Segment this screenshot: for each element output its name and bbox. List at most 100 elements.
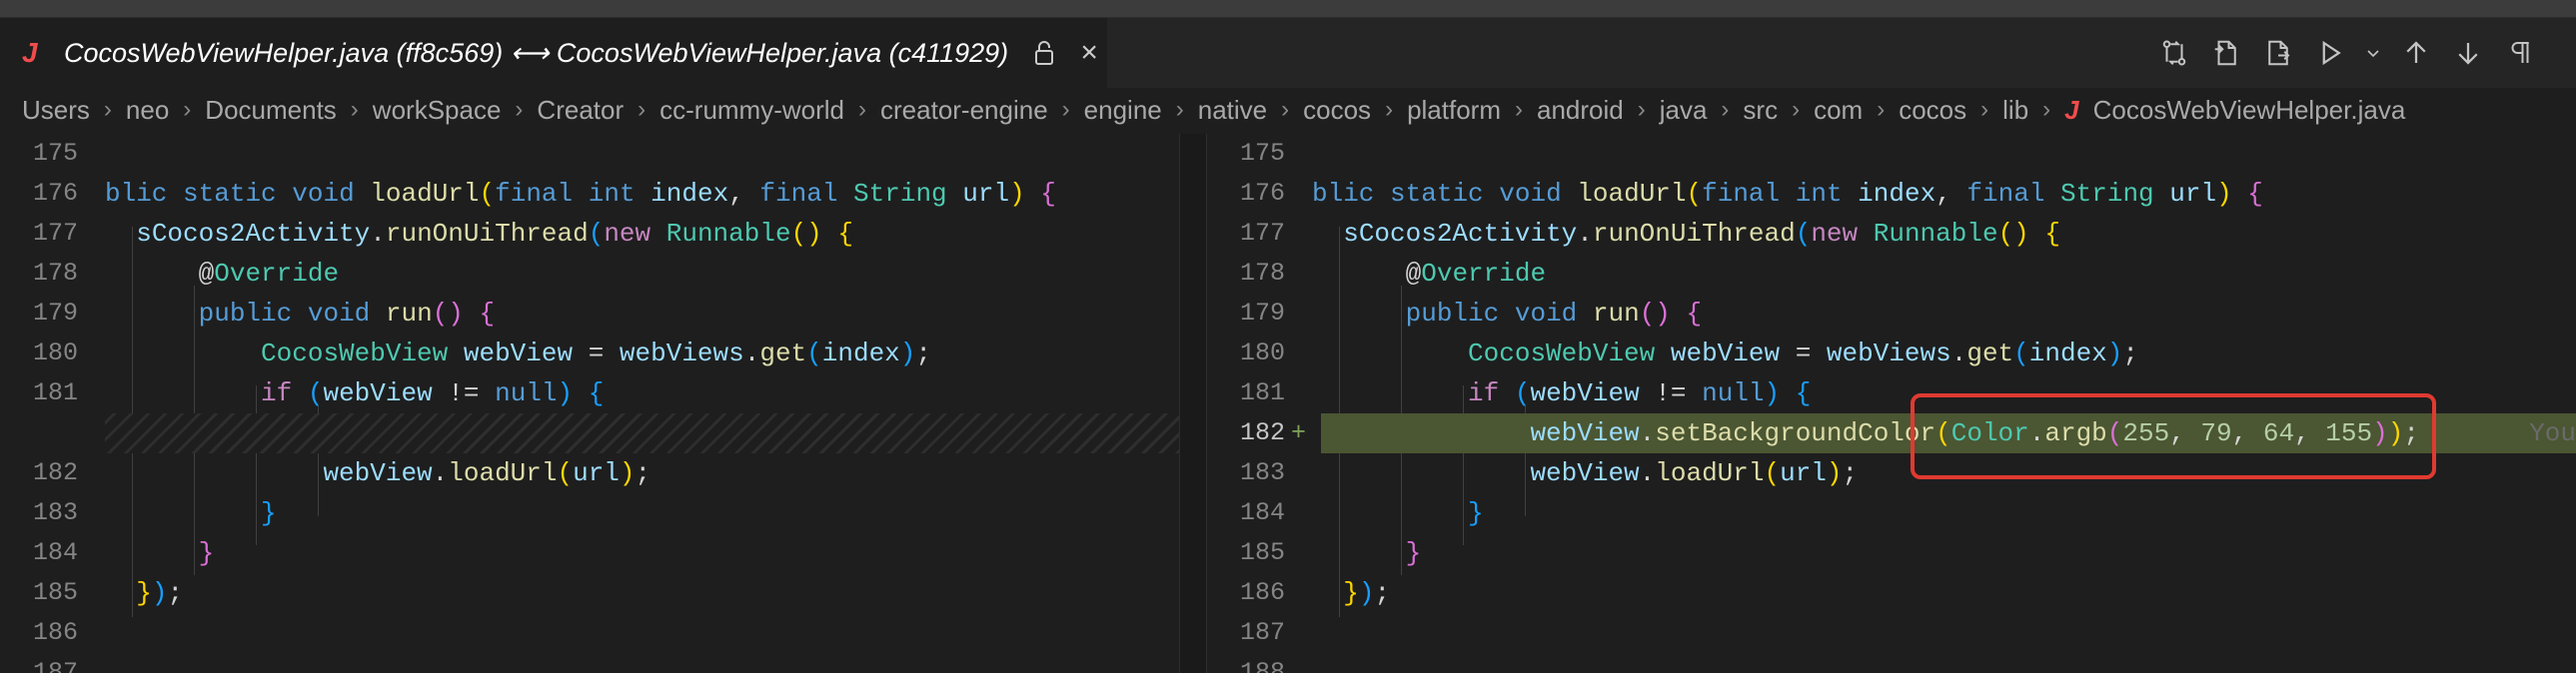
breadcrumb-item[interactable]: cocos bbox=[1899, 95, 1966, 126]
breadcrumb-item[interactable]: com bbox=[1814, 95, 1863, 126]
breadcrumb-item[interactable]: engine bbox=[1084, 95, 1162, 126]
line-number: 181 bbox=[32, 378, 78, 407]
breadcrumb-item[interactable]: java bbox=[1660, 95, 1708, 126]
breadcrumb-item[interactable]: Users bbox=[22, 95, 90, 126]
code-line: 188 bbox=[1207, 653, 2576, 673]
compare-changes-icon[interactable] bbox=[2154, 33, 2194, 73]
line-number: 177 bbox=[32, 219, 78, 248]
line-number: 176 bbox=[32, 179, 78, 208]
code-text: webView.setBackgroundColor(Color.argb(25… bbox=[1530, 418, 2419, 448]
chevron-right-icon: › bbox=[1061, 96, 1070, 123]
chevron-right-icon: › bbox=[1721, 96, 1730, 123]
java-file-icon: J bbox=[22, 37, 38, 68]
line-number: 180 bbox=[1239, 338, 1285, 367]
code-line: 178 @Override bbox=[1207, 254, 2576, 294]
code-text: if (webView != null) { bbox=[261, 378, 605, 408]
chevron-right-icon: › bbox=[1175, 96, 1184, 123]
breadcrumb-item[interactable]: Documents bbox=[205, 95, 337, 126]
code-text: blic static void loadUrl(final int index… bbox=[105, 179, 1056, 209]
code-line: 184 } bbox=[1207, 493, 2576, 533]
chevron-right-icon: › bbox=[515, 96, 524, 123]
code-text: public void run() { bbox=[198, 299, 496, 329]
code-text: blic static void loadUrl(final int index… bbox=[1312, 179, 2263, 209]
code-line: 185 } bbox=[1207, 533, 2576, 573]
chevron-right-icon: › bbox=[1877, 96, 1886, 123]
code-text: if (webView != null) { bbox=[1468, 378, 1812, 408]
breadcrumb: Users › neo › Documents › workSpace › Creato… bbox=[0, 88, 2576, 132]
line-number: 185 bbox=[32, 578, 78, 607]
run-icon[interactable] bbox=[2310, 33, 2350, 73]
tab-title: CocosWebViewHelper.java (ff8c569) ⟷ Coco… bbox=[64, 37, 1009, 68]
line-number: 181 bbox=[1239, 378, 1285, 407]
open-file-icon[interactable] bbox=[2206, 33, 2246, 73]
code-line: 181 if (webView != null) { bbox=[0, 373, 1179, 413]
added-line-marker: + bbox=[1291, 418, 1307, 447]
code-text: webView.loadUrl(url); bbox=[1530, 458, 1859, 488]
run-dropdown-icon[interactable] bbox=[2362, 33, 2384, 73]
line-number: 175 bbox=[32, 139, 78, 168]
code-line: 185 }); bbox=[0, 573, 1179, 613]
diff-original-pane[interactable]: 175 176 blic static void loadUrl(final i… bbox=[0, 134, 1179, 673]
diff-editor-tab[interactable]: J CocosWebViewHelper.java (ff8c569) ⟷ Co… bbox=[0, 18, 1107, 88]
code-line: 177 sCocos2Activity.runOnUiThread(new Ru… bbox=[1207, 214, 2576, 254]
breadcrumb-item[interactable]: cocos bbox=[1303, 95, 1371, 126]
breadcrumb-item[interactable]: cc-rummy-world bbox=[659, 95, 844, 126]
code-text: @Override bbox=[198, 259, 340, 289]
breadcrumb-item[interactable]: src bbox=[1743, 95, 1778, 126]
breadcrumb-item[interactable]: neo bbox=[126, 95, 169, 126]
diff-filler bbox=[105, 413, 1179, 453]
breadcrumb-file[interactable]: CocosWebViewHelper.java bbox=[2093, 95, 2406, 126]
line-number: 182 bbox=[1239, 418, 1285, 447]
breadcrumb-item[interactable]: lib bbox=[2002, 95, 2028, 126]
line-number: 184 bbox=[1239, 498, 1285, 527]
line-number: 178 bbox=[1239, 259, 1285, 288]
previous-change-icon[interactable] bbox=[2396, 33, 2436, 73]
line-number: 187 bbox=[1239, 618, 1285, 647]
chevron-right-icon: › bbox=[1514, 96, 1523, 123]
breadcrumb-item[interactable]: native bbox=[1198, 95, 1267, 126]
code-text: public void run() { bbox=[1405, 299, 1703, 329]
line-number: 179 bbox=[1239, 299, 1285, 328]
line-number: 187 bbox=[32, 658, 78, 673]
breadcrumb-item[interactable]: workSpace bbox=[373, 95, 502, 126]
chevron-right-icon: › bbox=[2042, 96, 2051, 123]
code-text: webView.loadUrl(url); bbox=[323, 458, 651, 488]
toggle-whitespace-icon[interactable] bbox=[2500, 33, 2540, 73]
editor-actions bbox=[2154, 18, 2540, 88]
java-file-icon: J bbox=[2064, 94, 2079, 125]
next-change-icon[interactable] bbox=[2448, 33, 2488, 73]
code-line: 184 } bbox=[0, 533, 1179, 573]
code-line: 187 bbox=[1207, 613, 2576, 653]
open-changes-icon[interactable] bbox=[2258, 33, 2298, 73]
chevron-right-icon: › bbox=[1980, 96, 1989, 123]
close-icon[interactable]: × bbox=[1072, 36, 1106, 70]
code-line: 177 sCocos2Activity.runOnUiThread(new Ru… bbox=[0, 214, 1179, 254]
code-text: } bbox=[1405, 538, 1422, 568]
code-text: } bbox=[1468, 498, 1484, 528]
diff-modified-pane[interactable]: 175 176 blic static void loadUrl(final i… bbox=[1207, 134, 2576, 673]
line-number: 178 bbox=[32, 259, 78, 288]
diff-splitter[interactable] bbox=[1179, 134, 1207, 673]
line-number: 184 bbox=[32, 538, 78, 567]
code-line: 183 webView.loadUrl(url); bbox=[1207, 453, 2576, 493]
code-line: 178 @Override bbox=[0, 254, 1179, 294]
chevron-right-icon: › bbox=[1637, 96, 1646, 123]
code-line: 176 blic static void loadUrl(final int i… bbox=[0, 174, 1179, 214]
line-number: 176 bbox=[1239, 179, 1285, 208]
code-line: 180 CocosWebView webView = webViews.get(… bbox=[1207, 334, 2576, 373]
breadcrumb-item[interactable]: platform bbox=[1407, 95, 1501, 126]
lock-icon[interactable] bbox=[1030, 36, 1058, 70]
line-number: 188 bbox=[1239, 658, 1285, 673]
code-text: @Override bbox=[1405, 259, 1547, 289]
line-number: 186 bbox=[32, 618, 78, 647]
breadcrumb-item[interactable]: creator-engine bbox=[880, 95, 1048, 126]
line-number: 186 bbox=[1239, 578, 1285, 607]
code-line: 182 webView.loadUrl(url); bbox=[0, 453, 1179, 493]
chevron-right-icon: › bbox=[183, 96, 192, 123]
breadcrumb-item[interactable]: Creator bbox=[537, 95, 624, 126]
code-line: 181 if (webView != null) { bbox=[1207, 373, 2576, 413]
code-text: }); bbox=[136, 578, 184, 608]
code-line: 179 public void run() { bbox=[0, 294, 1179, 334]
code-line: 186 }); bbox=[1207, 573, 2576, 613]
breadcrumb-item[interactable]: android bbox=[1537, 95, 1624, 126]
